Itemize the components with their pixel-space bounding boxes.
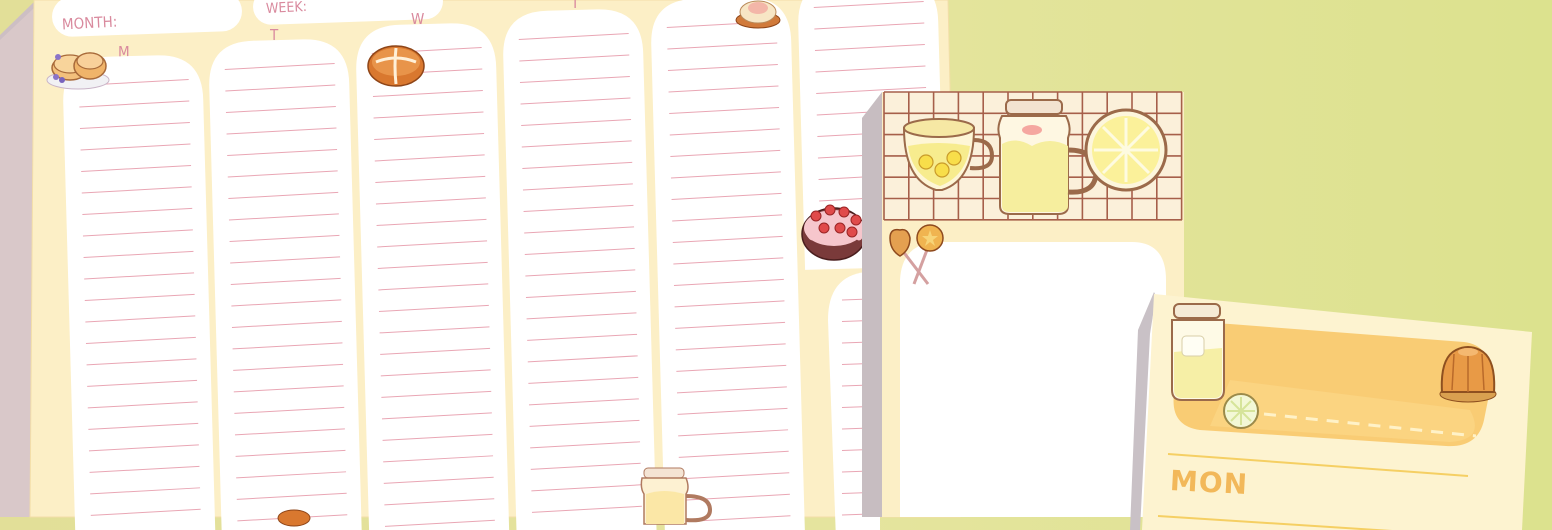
jar-small-illustration	[1171, 303, 1225, 401]
tea-cup-illustration	[902, 118, 995, 191]
day-column[interactable]	[650, 0, 806, 530]
bread-bottom-illustration	[277, 509, 311, 527]
day-label-mon: MON	[1169, 463, 1249, 502]
bread-bun-illustration	[367, 45, 425, 87]
lemon-slice-illustration	[1084, 108, 1168, 192]
day-column[interactable]	[502, 8, 657, 530]
cupcake-illustration	[735, 0, 781, 29]
lollipops-illustration	[889, 224, 944, 285]
daily-card: MON	[1130, 290, 1540, 530]
lime-slice-illustration	[1223, 393, 1259, 429]
pancakes-illustration	[46, 52, 110, 90]
pudding-illustration	[1439, 346, 1497, 403]
weekly-planner: MONTH: WEEK: M T W T	[0, 0, 961, 530]
day-column[interactable]	[355, 22, 510, 530]
jar-illustration	[640, 467, 713, 525]
strawberry-cake-illustration	[801, 204, 867, 261]
day-column[interactable]	[62, 54, 216, 530]
day-column[interactable]	[208, 38, 362, 530]
